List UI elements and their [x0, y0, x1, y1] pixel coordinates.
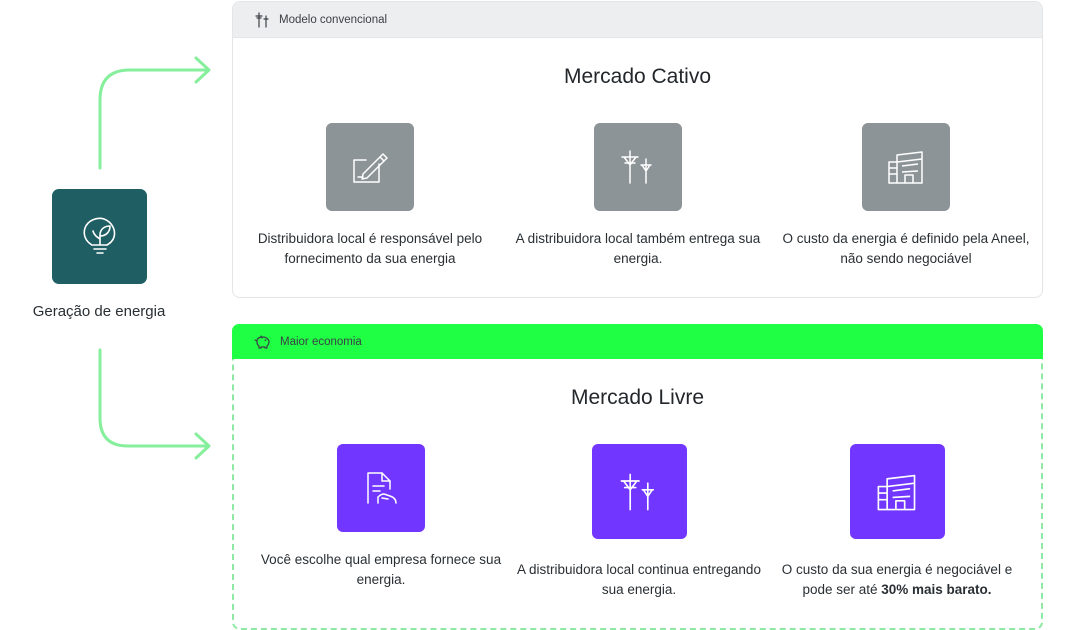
captive-item: O custo da energia é definido pela Aneel…: [776, 123, 1036, 269]
free-item: Você escolhe qual empresa fornece sua en…: [251, 444, 511, 590]
power-lines-icon: [620, 473, 655, 510]
captive-market-badge: Modelo convencional: [279, 13, 388, 26]
generation-label: Geração de energia: [32, 303, 166, 320]
document-hand-icon: [367, 472, 397, 504]
free-market-panel: Maior economia Mercado Livre Você escolh…: [232, 324, 1043, 630]
captive-market-title: Mercado Cativo: [563, 65, 712, 88]
captive-item-tile: [594, 123, 682, 211]
captive-item-text: O custo da energia é definido pela Aneel…: [782, 231, 1030, 266]
power-tower-icon: [255, 11, 269, 28]
free-item-text: Você escolhe qual empresa fornece sua en…: [260, 552, 502, 587]
captive-item-text: A distribuidora local também entrega sua…: [515, 231, 761, 266]
captive-item-tile: [326, 123, 414, 211]
free-item-text: A distribuidora local continua entregand…: [517, 562, 761, 597]
arrow-to-captive: [98, 68, 210, 170]
captive-item: Distribuidora local é responsável pelo f…: [240, 123, 500, 269]
generation-tile: [52, 189, 147, 284]
arrow-to-free: [98, 348, 210, 448]
energy-market-diagram: Geração de energia Modelo convencional M…: [0, 0, 1076, 630]
savings-highlight: 30% mais barato.: [881, 582, 992, 597]
free-market-badge: Maior economia: [280, 335, 362, 348]
free-item: O custo da sua energia é negociável e po…: [767, 444, 1027, 600]
free-item-tile: [849, 444, 945, 539]
free-market-header: Maior economia: [232, 324, 1043, 359]
captive-market-panel: Modelo convencional Mercado Cativo Distr…: [232, 1, 1043, 298]
captive-item-text: Distribuidora local é responsável pelo f…: [257, 231, 483, 266]
free-item: A distribuidora local continua entregand…: [509, 444, 769, 600]
power-lines-icon: [621, 150, 652, 184]
bulb-leaf-icon: [82, 217, 115, 254]
free-item-text: O custo da sua energia é negociável e po…: [767, 560, 1027, 600]
building-icon: [877, 474, 916, 510]
free-item-tile: [591, 444, 687, 539]
captive-item: A distribuidora local também entrega sua…: [508, 123, 768, 269]
free-item-tile: [337, 444, 425, 532]
free-market-title: Mercado Livre: [570, 386, 705, 409]
captive-item-tile: [862, 123, 950, 211]
captive-market-header: Modelo convencional: [233, 2, 1042, 38]
building-icon: [888, 151, 923, 184]
contract-sign-icon: [353, 153, 388, 183]
piggy-bank-icon: [254, 334, 270, 349]
